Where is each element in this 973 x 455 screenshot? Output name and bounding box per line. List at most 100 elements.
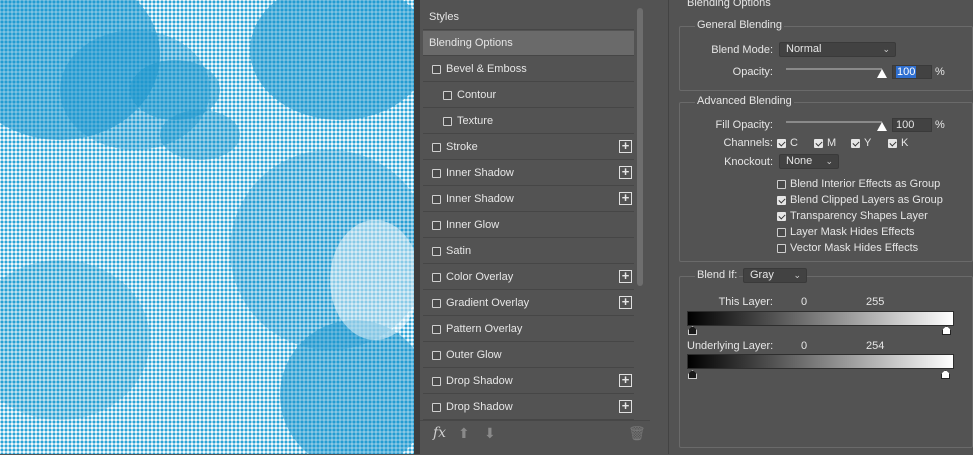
chevron-down-icon: ⌄ <box>825 156 833 166</box>
channel-checkbox[interactable] <box>888 139 897 148</box>
style-item-label: Drop Shadow <box>446 375 513 387</box>
add-effect-plus-icon[interactable]: + <box>619 295 632 309</box>
opacity-slider-thumb[interactable] <box>877 69 887 78</box>
style-item-label: Color Overlay <box>446 271 514 283</box>
style-checkbox[interactable] <box>432 272 441 282</box>
style-checkbox[interactable] <box>432 376 441 386</box>
arrow-down-icon[interactable]: ⬇ <box>484 425 496 442</box>
add-effect-plus-icon[interactable]: + <box>619 399 632 413</box>
channel-checkbox[interactable] <box>851 139 860 148</box>
style-item[interactable]: Texture <box>423 109 634 134</box>
style-item-label: Blending Options <box>429 37 513 49</box>
this-layer-gradient[interactable] <box>687 311 954 326</box>
channel-label: Y <box>864 137 872 149</box>
channel-label: C <box>790 137 798 149</box>
style-item[interactable]: Contour <box>423 83 634 108</box>
style-item-label: Pattern Overlay <box>446 323 523 335</box>
style-item-label: Bevel & Emboss <box>446 63 527 75</box>
style-checkbox[interactable] <box>432 324 441 334</box>
style-item[interactable]: Drop Shadow + <box>423 369 634 394</box>
opacity-input[interactable]: 100 <box>892 65 932 79</box>
style-item[interactable]: Outer Glow <box>423 343 634 368</box>
general-blending-group <box>679 26 973 91</box>
blending-options-panel: Blending Options General Blending Blend … <box>668 0 973 454</box>
style-item-label: Inner Glow <box>446 219 500 231</box>
styles-panel: Styles Blending Options Bevel & Emboss Con… <box>420 0 650 454</box>
advanced-blending-title: Advanced Blending <box>695 95 794 107</box>
channel-label: K <box>901 137 909 149</box>
style-checkbox[interactable] <box>432 220 441 230</box>
style-item-label: Outer Glow <box>446 349 502 361</box>
blend-if-select[interactable]: Gray ⌄ <box>743 268 807 283</box>
style-checkbox[interactable] <box>432 64 441 74</box>
style-checkbox[interactable] <box>432 298 441 308</box>
style-item[interactable]: Blending Options <box>423 31 634 56</box>
style-item[interactable]: Satin <box>423 239 634 264</box>
advanced-option-checkbox[interactable] <box>777 212 786 221</box>
style-item[interactable]: Stroke + <box>423 135 634 160</box>
add-effect-plus-icon[interactable]: + <box>619 191 632 205</box>
advanced-option-checkbox[interactable] <box>777 228 786 237</box>
style-item[interactable]: Inner Glow <box>423 213 634 238</box>
style-item-label: Stroke <box>446 141 478 153</box>
style-item-label: Inner Shadow <box>446 193 514 205</box>
style-item[interactable]: Inner Shadow + <box>423 161 634 186</box>
styles-bottom-toolbar: fx ⬆ ⬇ 🗑 <box>420 420 650 455</box>
blend-if-label: Blend If: <box>695 269 740 281</box>
channel-checkbox[interactable] <box>777 139 786 148</box>
style-checkbox[interactable] <box>443 116 452 126</box>
arrow-up-icon[interactable]: ⬆ <box>458 425 470 442</box>
style-item[interactable]: Color Overlay + <box>423 265 634 290</box>
fx-icon[interactable]: fx <box>433 425 446 441</box>
blend-if-value: Gray <box>750 269 774 281</box>
style-item-label: Drop Shadow <box>446 401 513 413</box>
advanced-option-checkbox[interactable] <box>777 180 786 189</box>
this-layer-high: 255 <box>866 296 885 308</box>
add-effect-plus-icon[interactable]: + <box>619 139 632 153</box>
style-item-label: Contour <box>457 89 497 101</box>
styles-scrollbar-thumb[interactable] <box>637 8 643 286</box>
style-checkbox[interactable] <box>432 194 441 204</box>
style-checkbox[interactable] <box>432 402 441 412</box>
opacity-value: 100 <box>896 66 917 78</box>
chevron-down-icon: ⌄ <box>882 44 890 54</box>
blend-mode-label: Blend Mode: <box>711 44 773 56</box>
advanced-option-checkbox[interactable] <box>777 196 786 205</box>
add-effect-plus-icon[interactable]: + <box>619 373 632 387</box>
this-layer-label: This Layer: <box>718 296 773 308</box>
style-checkbox[interactable] <box>432 142 441 152</box>
channel-checkbox[interactable] <box>814 139 823 148</box>
style-item-label: Texture <box>457 115 494 127</box>
underlying-layer-gradient[interactable] <box>687 354 954 369</box>
canvas-image <box>0 0 414 454</box>
styles-header-label: Styles <box>429 11 459 23</box>
opacity-slider[interactable] <box>786 68 882 70</box>
advanced-option-label: Blend Interior Effects as Group <box>790 178 941 190</box>
styles-header[interactable]: Styles <box>423 5 634 30</box>
knockout-select[interactable]: None ⌄ <box>779 154 839 169</box>
style-checkbox[interactable] <box>443 90 452 100</box>
advanced-option-label: Transparency Shapes Layer <box>790 210 928 222</box>
blend-mode-value: Normal <box>786 43 822 55</box>
advanced-option-label: Blend Clipped Layers as Group <box>790 194 943 206</box>
advanced-option-checkbox[interactable] <box>777 244 786 253</box>
style-item-label: Inner Shadow <box>446 167 514 179</box>
style-item[interactable]: Gradient Overlay + <box>423 291 634 316</box>
style-item[interactable]: Bevel & Emboss <box>423 57 634 82</box>
style-item[interactable]: Pattern Overlay <box>423 317 634 342</box>
fill-opacity-slider[interactable] <box>786 121 882 123</box>
trash-icon[interactable]: 🗑 <box>628 425 646 442</box>
blend-mode-select[interactable]: Normal ⌄ <box>779 42 896 57</box>
add-effect-plus-icon[interactable]: + <box>619 269 632 283</box>
fill-opacity-slider-thumb[interactable] <box>877 122 887 131</box>
style-item[interactable]: Drop Shadow + <box>423 395 634 420</box>
fill-opacity-unit: % <box>935 119 945 131</box>
style-checkbox[interactable] <box>432 246 441 256</box>
chevron-down-icon: ⌄ <box>793 270 801 280</box>
fill-opacity-input[interactable]: 100 <box>892 118 932 132</box>
style-checkbox[interactable] <box>432 168 441 178</box>
style-item[interactable]: Inner Shadow + <box>423 187 634 212</box>
style-checkbox[interactable] <box>432 350 441 360</box>
add-effect-plus-icon[interactable]: + <box>619 165 632 179</box>
underlying-layer-low: 0 <box>801 340 808 352</box>
